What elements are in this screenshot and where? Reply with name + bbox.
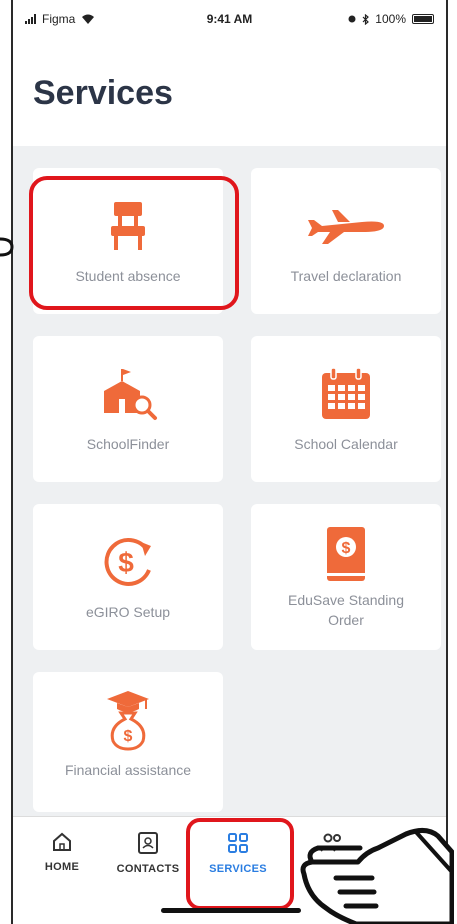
service-label: EduSave Standing Order	[278, 590, 414, 630]
status-bar: Figma 9:41 AM 100%	[13, 0, 446, 38]
pointing-hand-icon	[300, 828, 454, 924]
home-icon	[53, 832, 71, 851]
status-right: 100%	[348, 12, 434, 26]
service-card-travel-declaration[interactable]: Travel declaration	[251, 168, 441, 314]
service-label: Financial assistance	[64, 762, 192, 778]
service-card-financial-assistance[interactable]: $ Financial assistance	[33, 672, 223, 812]
cursor-ring-icon	[0, 237, 14, 257]
airplane-icon	[304, 198, 388, 254]
svg-text:$: $	[124, 728, 133, 745]
service-label: SchoolFinder	[86, 436, 170, 452]
phone-screen: Figma 9:41 AM 100% Services Student abse…	[11, 0, 448, 924]
svg-text:$: $	[118, 547, 134, 578]
service-card-schoolfinder[interactable]: SchoolFinder	[33, 336, 223, 482]
location-icon	[348, 15, 356, 23]
page-title: Services	[33, 74, 173, 112]
service-label: Travel declaration	[290, 268, 402, 284]
service-label: School Calendar	[294, 436, 398, 452]
grid-icon	[228, 833, 248, 853]
nav-item-contacts[interactable]: CONTACTS	[103, 831, 193, 875]
savings-book-icon: $	[325, 526, 367, 582]
bluetooth-icon	[362, 13, 370, 25]
nav-item-home[interactable]: HOME	[17, 831, 107, 873]
service-card-egiro-setup[interactable]: $ eGIRO Setup	[33, 504, 223, 650]
chair-icon	[108, 198, 148, 254]
nav-label: SERVICES	[209, 863, 267, 875]
nav-label: HOME	[44, 861, 80, 873]
services-grid: Student absence Travel declaration Schoo…	[13, 146, 446, 816]
service-label: Student absence	[75, 268, 181, 284]
service-label-line: EduSave Standing	[288, 592, 404, 608]
battery-icon	[412, 14, 434, 24]
dollar-refresh-icon: $	[99, 534, 157, 590]
battery-percent: 100%	[375, 12, 406, 26]
service-label-line: Order	[328, 612, 364, 628]
calendar-icon	[320, 366, 372, 422]
home-indicator[interactable]	[161, 908, 301, 913]
school-search-icon	[98, 366, 158, 422]
nav-label: CONTACTS	[116, 863, 180, 875]
svg-text:$: $	[342, 540, 351, 557]
graduation-money-bag-icon: $	[103, 691, 153, 751]
service-card-student-absence[interactable]: Student absence	[33, 168, 223, 314]
service-card-school-calendar[interactable]: School Calendar	[251, 336, 441, 482]
service-card-edusave-standing-order[interactable]: $ EduSave Standing Order	[251, 504, 441, 650]
contacts-book-icon	[138, 832, 158, 854]
service-label: eGIRO Setup	[85, 604, 171, 620]
nav-item-services[interactable]: SERVICES	[193, 831, 283, 875]
